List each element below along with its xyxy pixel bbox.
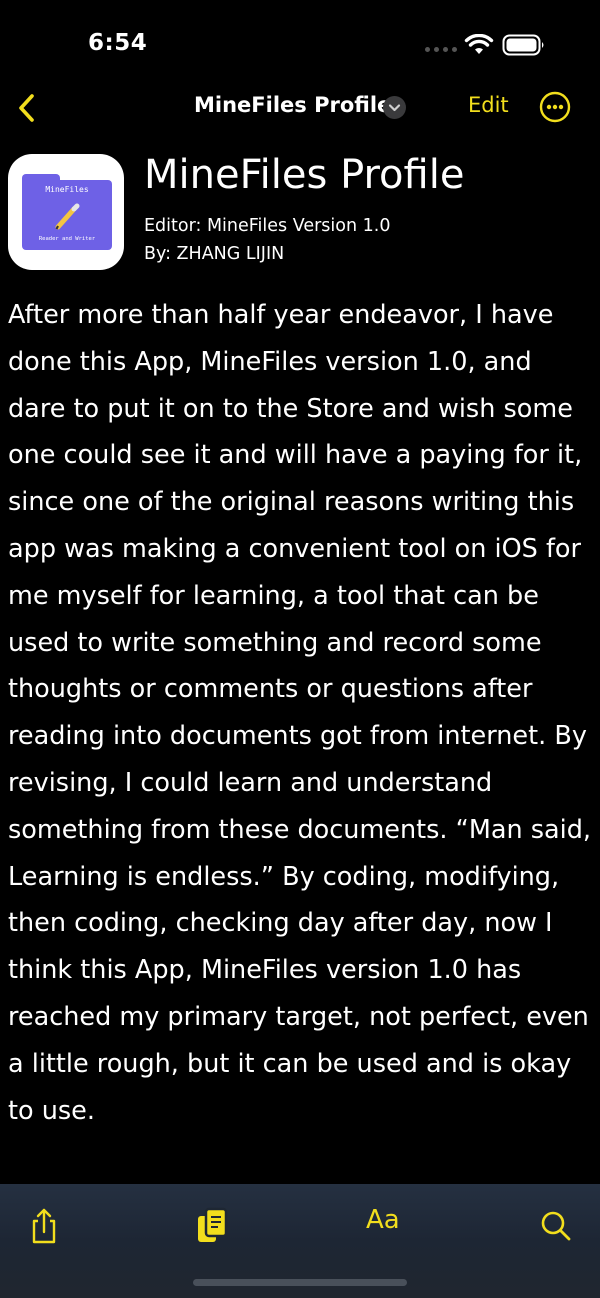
chevron-down-icon[interactable]: [383, 96, 406, 119]
document-body[interactable]: After more than half year endeavor, I ha…: [8, 292, 592, 1134]
document-title: MineFiles Profile: [144, 152, 465, 198]
font-size-button[interactable]: Aa: [366, 1205, 400, 1235]
document-header: MineFiles Reader and Writer MineFiles Pr…: [0, 148, 600, 278]
wifi-icon: [464, 34, 494, 54]
status-time: 6:54: [88, 30, 148, 56]
home-indicator[interactable]: [193, 1279, 407, 1286]
app-icon-title: MineFiles: [45, 185, 89, 194]
share-icon[interactable]: [22, 1204, 66, 1248]
search-icon[interactable]: [534, 1204, 578, 1248]
more-ellipsis-icon[interactable]: [539, 91, 571, 123]
document-author: By: ZHANG LIJIN: [144, 244, 285, 264]
nav-title[interactable]: MineFiles Profile: [194, 93, 391, 117]
battery-icon: [502, 34, 544, 56]
status-bar: 6:54: [0, 0, 600, 80]
document-editor: Editor: MineFiles Version 1.0: [144, 216, 391, 236]
navigation-bar: MineFiles Profile Edit: [0, 80, 600, 136]
pencil-icon: [55, 203, 80, 230]
edit-button[interactable]: Edit: [468, 93, 509, 117]
app-icon-subtitle: Reader and Writer: [38, 236, 96, 242]
copy-document-icon[interactable]: [190, 1204, 234, 1248]
bottom-toolbar: Aa: [0, 1184, 600, 1298]
app-icon: MineFiles Reader and Writer: [8, 154, 124, 270]
back-chevron-icon[interactable]: [12, 88, 48, 128]
signal-dots-icon: [425, 47, 457, 52]
